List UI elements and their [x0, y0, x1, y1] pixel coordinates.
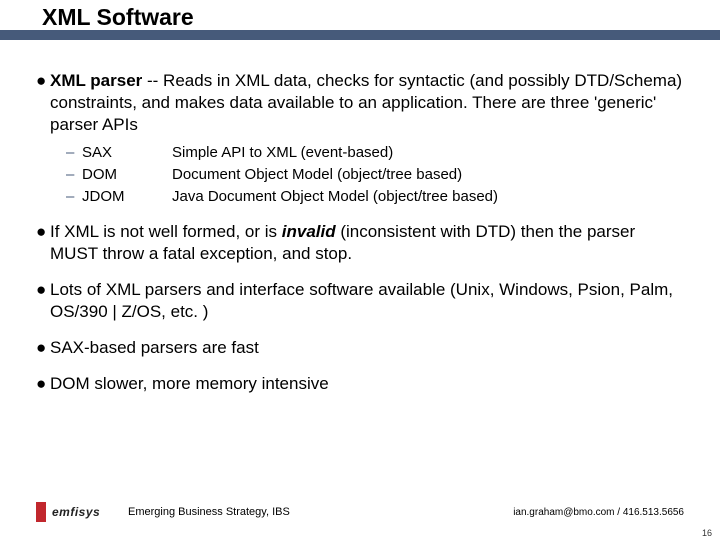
api-name: DOM: [82, 164, 172, 185]
api-desc: Simple API to XML (event-based): [172, 142, 684, 163]
slide-body: ● XML parser -- Reads in XML data, check…: [0, 38, 720, 395]
api-desc: Java Document Object Model (object/tree …: [172, 186, 684, 207]
bullet-dot: ●: [36, 221, 50, 265]
api-desc: Document Object Model (object/tree based…: [172, 164, 684, 185]
logo-text: emfisys: [52, 505, 100, 519]
footer-center: Emerging Business Strategy, IBS: [128, 506, 290, 518]
title-bar: XML Software: [0, 0, 720, 38]
bullet-invalid: invalid: [282, 222, 336, 241]
bullet-text: If XML is not well formed, or is invalid…: [50, 221, 684, 265]
bullet-text: XML parser -- Reads in XML data, checks …: [50, 70, 684, 136]
bullet-text: SAX-based parsers are fast: [50, 337, 259, 359]
bullet-dot: ●: [36, 337, 50, 359]
bullet-lead: XML parser: [50, 71, 142, 90]
api-name: JDOM: [82, 186, 172, 207]
footer: emfisys Emerging Business Strategy, IBS …: [36, 502, 684, 522]
api-name: SAX: [82, 142, 172, 163]
logo-mark-icon: [36, 502, 46, 522]
slide-title: XML Software: [42, 4, 194, 31]
bullet-4: ● SAX-based parsers are fast: [36, 337, 684, 359]
bullet-dot: ●: [36, 373, 50, 395]
dash-icon: –: [66, 142, 82, 163]
bullet-rest: -- Reads in XML data, checks for syntact…: [50, 71, 682, 134]
bullet-5: ● DOM slower, more memory intensive: [36, 373, 684, 395]
bullet-3: ● Lots of XML parsers and interface soft…: [36, 279, 684, 323]
page-number: 16: [702, 528, 712, 538]
api-row: – SAX Simple API to XML (event-based): [66, 142, 684, 163]
bullet-dot: ●: [36, 279, 50, 323]
bullet-1: ● XML parser -- Reads in XML data, check…: [36, 70, 684, 136]
bullet-text: Lots of XML parsers and interface softwa…: [50, 279, 684, 323]
footer-right: ian.graham@bmo.com / 416.513.5656: [513, 507, 684, 518]
bullet-dot: ●: [36, 70, 50, 136]
dash-icon: –: [66, 186, 82, 207]
bullet-text: DOM slower, more memory intensive: [50, 373, 329, 395]
logo: emfisys: [36, 502, 100, 522]
dash-icon: –: [66, 164, 82, 185]
bullet-pre: If XML is not well formed, or is: [50, 222, 282, 241]
bullet-2: ● If XML is not well formed, or is inval…: [36, 221, 684, 265]
api-row: – DOM Document Object Model (object/tree…: [66, 164, 684, 185]
api-row: – JDOM Java Document Object Model (objec…: [66, 186, 684, 207]
api-list: – SAX Simple API to XML (event-based) – …: [66, 142, 684, 207]
